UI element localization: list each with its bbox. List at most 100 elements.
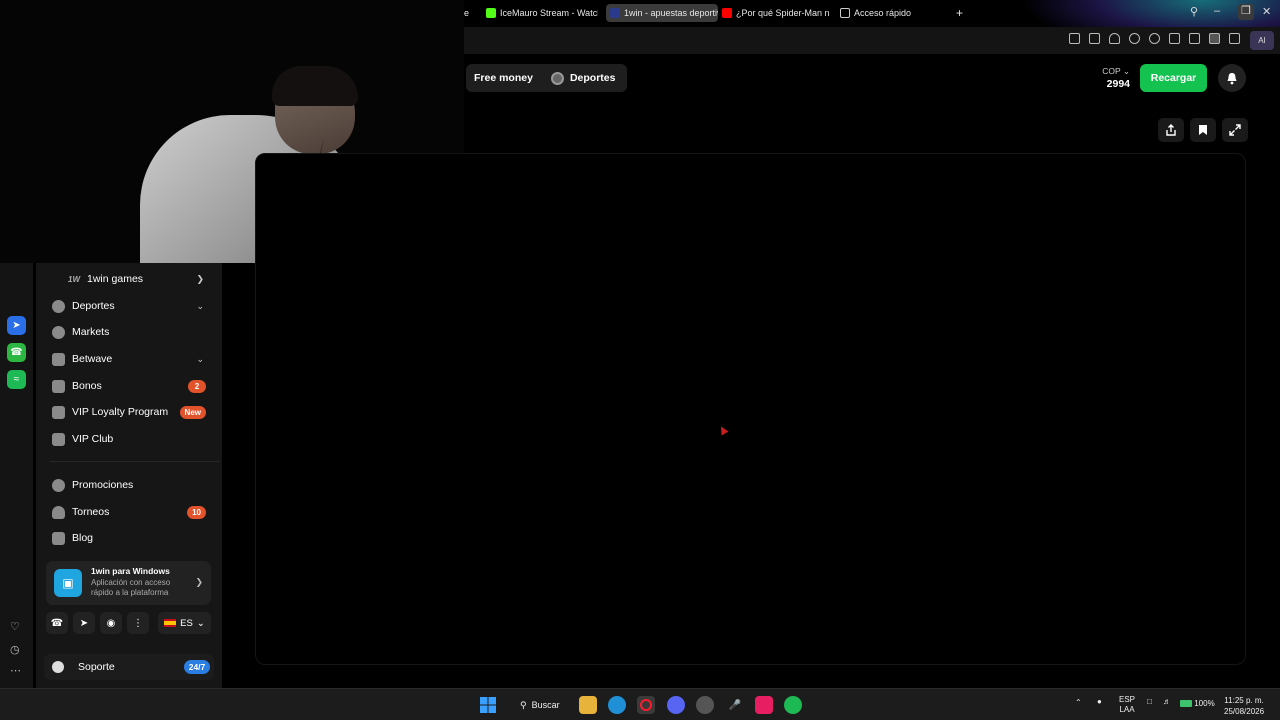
heart-icon[interactable]: ♡	[10, 620, 20, 633]
support-button[interactable]: Soporte 24/7	[44, 654, 214, 680]
battery-icon	[1180, 700, 1192, 708]
file-explorer-icon[interactable]	[579, 696, 597, 714]
browser-tab-kick[interactable]: IceMauro Stream - Watch	[486, 4, 598, 22]
aria-ai-button[interactable]: AI	[1250, 31, 1274, 50]
taskbar-search[interactable]: ⚲ Buscar	[510, 694, 570, 716]
history-icon[interactable]: ◷	[10, 643, 20, 656]
sidebar-item-vip-loyalty[interactable]: VIP Loyalty Program New	[52, 401, 210, 423]
heart-icon[interactable]	[1149, 33, 1160, 44]
soccer-ball-icon	[550, 71, 564, 85]
minimize-icon[interactable]: –	[1214, 5, 1220, 17]
1win-favicon-icon	[610, 8, 620, 18]
recharge-button[interactable]: Recargar	[1140, 64, 1207, 92]
promo-title: 1win para Windows	[91, 566, 170, 576]
new-tab-button[interactable]: +	[956, 4, 970, 22]
download-icon[interactable]	[1169, 33, 1180, 44]
spotify-icon[interactable]: ≈	[7, 370, 26, 389]
sidebar-divider	[50, 461, 220, 462]
more-icon[interactable]: ⋯	[10, 664, 21, 677]
clock-time: 11:25 p. m.	[1224, 696, 1264, 705]
profile-icon[interactable]	[1209, 33, 1220, 44]
extensions-icon[interactable]	[1229, 33, 1240, 44]
edge-icon[interactable]	[608, 696, 626, 714]
windows-logo-icon	[480, 697, 496, 713]
sidebar-item-vip-club[interactable]: VIP Club	[52, 428, 210, 450]
crown-icon	[52, 432, 65, 446]
sidebar-item-blog[interactable]: Blog	[52, 527, 210, 549]
fullscreen-button[interactable]	[1222, 118, 1248, 142]
sidebar-item-bonos[interactable]: Bonos 2	[52, 375, 210, 397]
soccer-ball-icon	[52, 299, 65, 313]
sidebar-item-deportes[interactable]: Deportes ⌄	[52, 295, 210, 317]
chevron-down-icon: ⌄	[196, 353, 204, 364]
battery-indicator[interactable]: 100%	[1180, 699, 1215, 708]
game-frame[interactable]	[255, 153, 1246, 665]
whatsapp-button[interactable]: ☎	[46, 612, 68, 634]
language-selector[interactable]: ES ⌄	[158, 612, 211, 634]
discord-icon[interactable]	[667, 696, 685, 714]
search-tabs-icon[interactable]: ⚲	[1190, 5, 1198, 18]
microphone-icon[interactable]: 🎤	[726, 696, 744, 714]
edit-icon[interactable]	[1069, 33, 1080, 44]
close-icon[interactable]: ✕	[1262, 5, 1271, 18]
chevron-down-icon: ⌄	[196, 300, 204, 311]
currency-selector[interactable]: COP ⌄	[1098, 66, 1130, 77]
gift-icon	[52, 379, 65, 393]
telegram-button[interactable]: ➤	[73, 612, 95, 634]
new-badge: New	[179, 405, 206, 419]
site-header: Free money Deportes COP ⌄ 2994 Recargar	[464, 54, 1280, 154]
chevron-up-icon[interactable]: ⌃	[1075, 698, 1082, 707]
balance-widget[interactable]: COP ⌄ 2994	[1098, 66, 1130, 90]
site-sidebar: 1W 1win games ❯ Deportes ⌄ Markets Betwa…	[36, 263, 222, 688]
nav-deportes[interactable]: Deportes	[550, 71, 615, 85]
trophy-icon	[52, 405, 65, 419]
input-language-indicator[interactable]: ESP LAA	[1119, 695, 1135, 715]
nav-free-money[interactable]: Free money	[470, 72, 533, 84]
notifications-button[interactable]	[1218, 64, 1246, 92]
sidebar-item-torneos[interactable]: Torneos 10	[52, 501, 210, 523]
more-social-button[interactable]: ⋮	[127, 612, 149, 634]
markets-icon	[52, 325, 65, 339]
browser-tab-speed-dial[interactable]: Acceso rápido	[840, 4, 920, 22]
sidebar-item-label: Promociones	[72, 479, 134, 491]
browser-tab[interactable]: e	[464, 4, 474, 22]
windows-start-icon[interactable]	[479, 696, 497, 714]
camera-icon[interactable]	[1089, 33, 1100, 44]
ai-label: AI	[1258, 36, 1266, 45]
percent-icon	[52, 478, 65, 492]
browser-sidebar: ➤ ☎ ≈ ♡ ◷ ⋯	[0, 263, 33, 688]
obs-icon[interactable]	[696, 696, 714, 714]
messenger-icon[interactable]: ➤	[7, 316, 26, 335]
share-button[interactable]	[1158, 118, 1184, 142]
sidebar-item-label: Bonos	[72, 380, 102, 392]
instagram-button[interactable]: ◉	[100, 612, 122, 634]
opera-taskbar-button[interactable]	[637, 696, 655, 714]
windows-app-promo[interactable]: ▣ 1win para Windows Aplicación con acces…	[46, 561, 211, 605]
language-label: ES	[180, 617, 193, 629]
menu-icon[interactable]	[1189, 33, 1200, 44]
sidebar-item-betwave[interactable]: Betwave ⌄	[52, 348, 210, 370]
sidebar-item-markets[interactable]: Markets	[52, 321, 210, 343]
sidebar-item-label: 1win games	[87, 273, 144, 285]
clock[interactable]: 11:25 p. m. 25/08/2026	[1224, 695, 1264, 717]
browser-tab-1win[interactable]: 1win - apuestas deportiva	[606, 4, 718, 22]
tab-label: e	[464, 8, 470, 18]
lang-bottom: LAA	[1119, 705, 1135, 714]
spotify-icon[interactable]	[784, 696, 802, 714]
more-icon: ⋮	[133, 617, 143, 629]
volume-icon[interactable]: ♬	[1163, 697, 1171, 706]
sidebar-item-1win-games[interactable]: 1W 1win games ❯	[68, 268, 210, 290]
bookmark-button[interactable]	[1190, 118, 1216, 142]
tiktok-icon[interactable]	[755, 696, 773, 714]
whatsapp-icon[interactable]: ☎	[7, 343, 26, 362]
browser-tab-youtube[interactable]: ¿Por qué Spider-Man nun	[722, 4, 830, 22]
play-icon[interactable]	[1129, 33, 1140, 44]
sidebar-item-promociones[interactable]: Promociones	[52, 474, 210, 496]
network-icon[interactable]: □	[1147, 697, 1152, 706]
browser-toolbar: AI	[464, 27, 1280, 54]
sidebar-item-label: VIP Club	[72, 433, 114, 445]
restore-icon[interactable]: ❐	[1238, 4, 1254, 20]
microphone-tray-icon[interactable]: ●	[1097, 697, 1102, 706]
shield-icon[interactable]	[1109, 33, 1120, 44]
toolbar-icons	[1069, 33, 1240, 44]
